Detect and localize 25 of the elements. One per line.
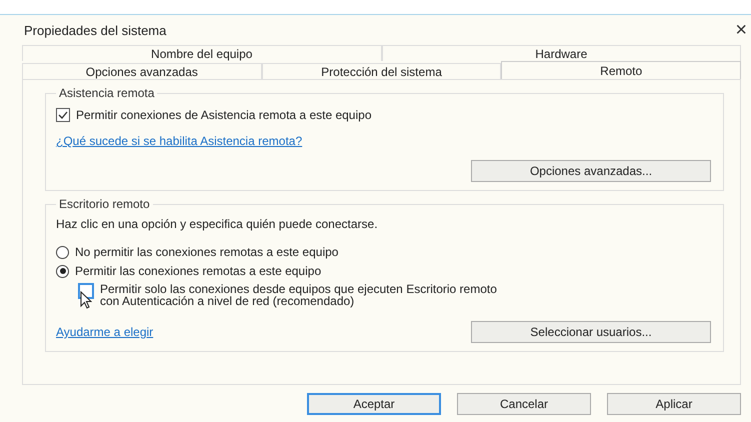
checkbox-label: Permitir solo las conexiones desde equipos que ejecuten Escritorio remoto con Autenticación a nivel de red (recomendado) [100, 283, 498, 307]
checkbox-label: Permitir conexiones de Asistencia remota a este equipo [76, 108, 372, 122]
checkbox[interactable] [56, 108, 70, 122]
group-title: Escritorio remoto [58, 197, 151, 211]
close-button[interactable]: × [731, 18, 751, 42]
group-title: Asistencia remota [58, 86, 156, 100]
dialog-button[interactable]: Cancelar [457, 393, 591, 415]
cursor-icon [80, 291, 92, 309]
tab[interactable]: Nombre del equipo [22, 45, 382, 61]
window-title: Propiedades del sistema [24, 22, 166, 38]
radio-label: No permitir las conexiones remotas a este equipo [75, 245, 338, 259]
radio-label: Permitir las conexiones remotas a este equipo [75, 264, 322, 278]
tab[interactable]: Opciones avanzadas [22, 63, 262, 79]
description-text: Haz clic en una opción y especifica quién puede conectarse. [56, 217, 379, 231]
help-link[interactable]: ¿Qué sucede si se habilita Asistencia remota? [56, 134, 711, 148]
radio-button[interactable] [56, 264, 69, 278]
dialog-button[interactable]: Aceptar [307, 393, 441, 415]
tab[interactable]: Hardware [382, 45, 741, 61]
select-users-button[interactable]: Seleccionar usuarios... [471, 321, 711, 343]
advanced-options-button[interactable]: Opciones avanzadas... [471, 160, 711, 182]
tab[interactable]: Protección del sistema [262, 63, 502, 79]
tab[interactable]: Remoto [501, 61, 742, 79]
help-link[interactable]: Ayudarme a elegir [56, 325, 154, 339]
radio-button[interactable] [56, 246, 69, 258]
dialog-button[interactable]: Aplicar [607, 393, 741, 415]
